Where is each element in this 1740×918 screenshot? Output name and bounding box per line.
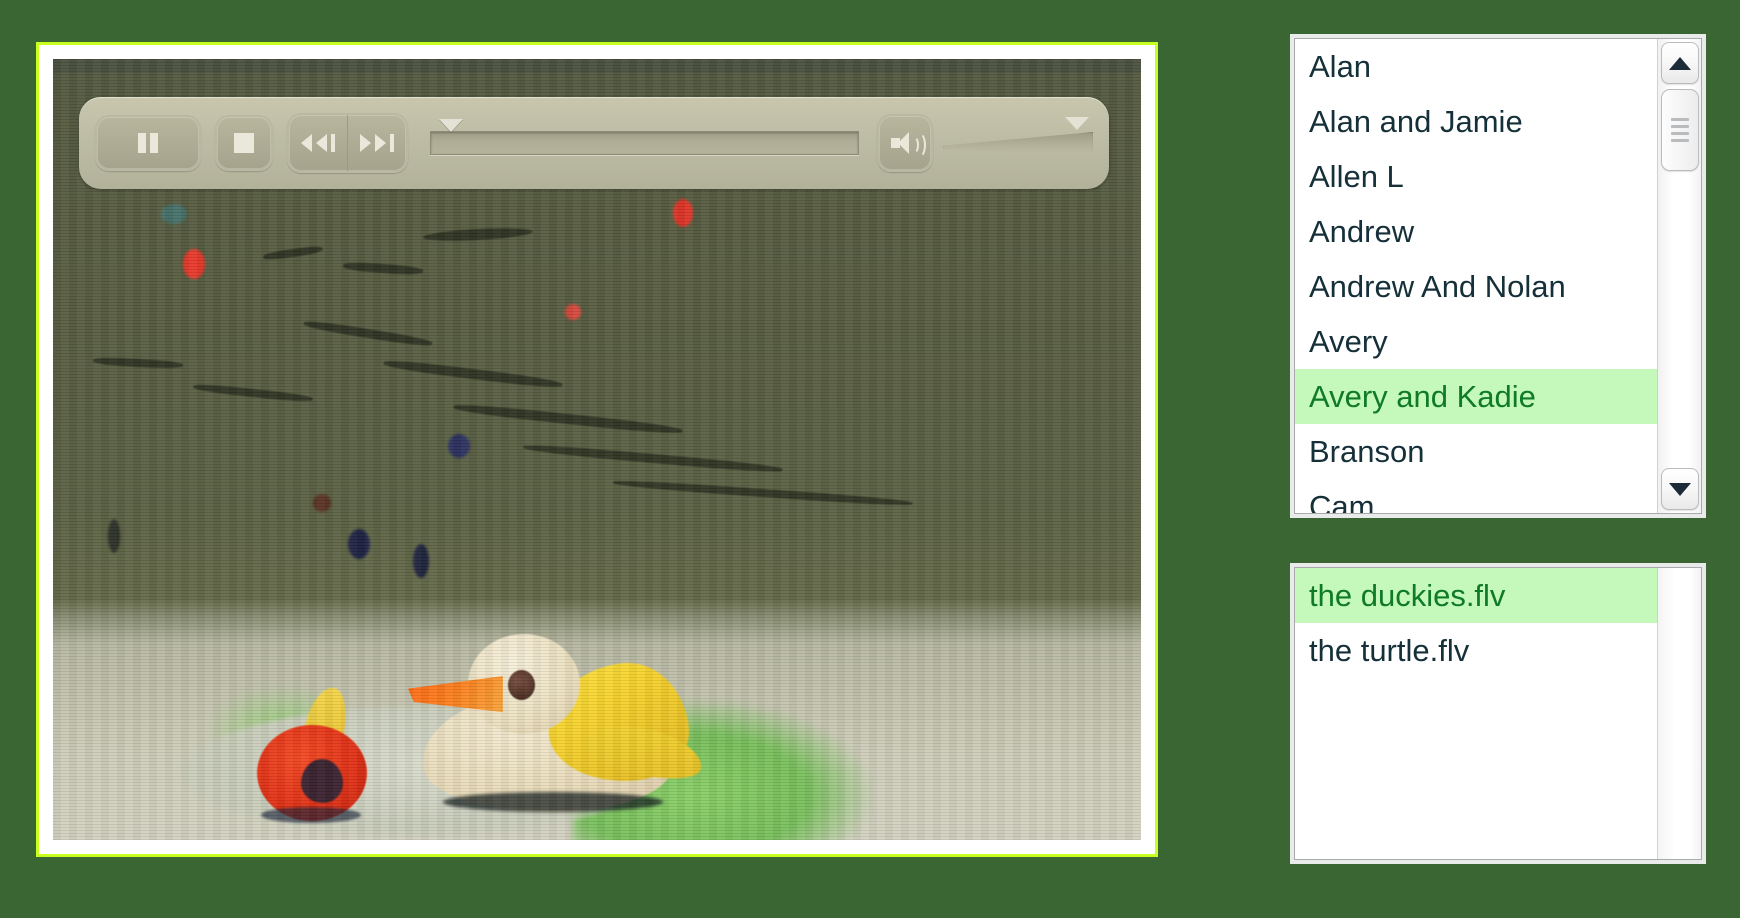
scene-speck-dark bbox=[108, 519, 120, 553]
scroll-down-button[interactable] bbox=[1661, 468, 1699, 510]
scene-speck-blue bbox=[413, 544, 429, 578]
list-item[interactable]: Alan and Jamie bbox=[1295, 94, 1657, 149]
scene-speck-red bbox=[565, 304, 581, 320]
scene-speck-blue bbox=[348, 529, 370, 559]
name-list-scrollbar[interactable] bbox=[1657, 39, 1701, 513]
list-item[interactable]: Andrew bbox=[1295, 204, 1657, 259]
seek-button-group bbox=[287, 113, 408, 173]
seek-thumb[interactable] bbox=[438, 119, 463, 132]
fast-forward-button[interactable] bbox=[348, 115, 406, 171]
scene-speck-red bbox=[673, 199, 693, 227]
seek-slider[interactable] bbox=[430, 115, 859, 171]
list-item[interactable]: Avery and Kadie bbox=[1295, 369, 1657, 424]
chevron-up-icon bbox=[1669, 56, 1691, 70]
scrollbar-thumb[interactable] bbox=[1661, 89, 1699, 171]
pause-icon bbox=[138, 133, 158, 153]
file-listbox[interactable]: the duckies.flv the turtle.flv bbox=[1294, 567, 1702, 860]
scroll-up-button[interactable] bbox=[1661, 42, 1699, 84]
grip-line bbox=[1671, 125, 1689, 128]
grip-line bbox=[1671, 118, 1689, 121]
scene-speck-teal bbox=[161, 204, 187, 224]
rewind-icon bbox=[301, 134, 335, 152]
list-item[interactable]: the turtle.flv bbox=[1295, 623, 1657, 678]
list-item[interactable]: Allen L bbox=[1295, 149, 1657, 204]
list-item[interactable]: the duckies.flv bbox=[1295, 568, 1657, 623]
bird-base bbox=[261, 807, 361, 823]
stop-button[interactable] bbox=[215, 115, 273, 171]
scene-speck-brown bbox=[313, 494, 331, 512]
clay-bird-figure bbox=[243, 684, 393, 827]
speaker-icon bbox=[891, 132, 926, 158]
clay-duck-figure bbox=[383, 634, 713, 824]
player-control-bar bbox=[79, 97, 1109, 189]
list-item[interactable]: Branson bbox=[1295, 424, 1657, 479]
list-item[interactable]: Andrew And Nolan bbox=[1295, 259, 1657, 314]
fast-forward-icon bbox=[360, 134, 394, 152]
duck-base bbox=[443, 792, 663, 812]
rewind-button[interactable] bbox=[289, 115, 348, 171]
stop-icon bbox=[234, 133, 254, 153]
file-list-items[interactable]: the duckies.flv the turtle.flv bbox=[1295, 568, 1657, 859]
volume-track[interactable] bbox=[943, 132, 1093, 154]
list-item[interactable]: Avery bbox=[1295, 314, 1657, 369]
chevron-down-icon bbox=[1669, 482, 1691, 496]
volume-button[interactable] bbox=[877, 114, 933, 172]
list-item[interactable]: Cam bbox=[1295, 479, 1657, 513]
grip-line bbox=[1671, 132, 1689, 135]
video-surface[interactable] bbox=[53, 59, 1141, 840]
grip-line bbox=[1671, 139, 1689, 142]
bird-wing-mark bbox=[301, 759, 343, 803]
pause-button[interactable] bbox=[95, 115, 201, 171]
video-player-frame bbox=[36, 42, 1158, 857]
list-item[interactable]: Alan bbox=[1295, 39, 1657, 94]
seek-track[interactable] bbox=[430, 131, 859, 155]
volume-thumb[interactable] bbox=[1065, 117, 1089, 130]
file-list-scrollbar[interactable] bbox=[1657, 568, 1701, 859]
name-listbox[interactable]: Alan Alan and Jamie Allen L Andrew Andrew An… bbox=[1294, 38, 1702, 514]
scene-speck-red bbox=[183, 249, 205, 279]
app-root: Alan Alan and Jamie Allen L Andrew Andrew An… bbox=[0, 0, 1740, 918]
volume-slider[interactable] bbox=[943, 115, 1093, 171]
name-list-items[interactable]: Alan Alan and Jamie Allen L Andrew Andrew An… bbox=[1295, 39, 1657, 513]
duck-eye bbox=[508, 670, 535, 700]
scene-speck-blue bbox=[448, 434, 470, 458]
